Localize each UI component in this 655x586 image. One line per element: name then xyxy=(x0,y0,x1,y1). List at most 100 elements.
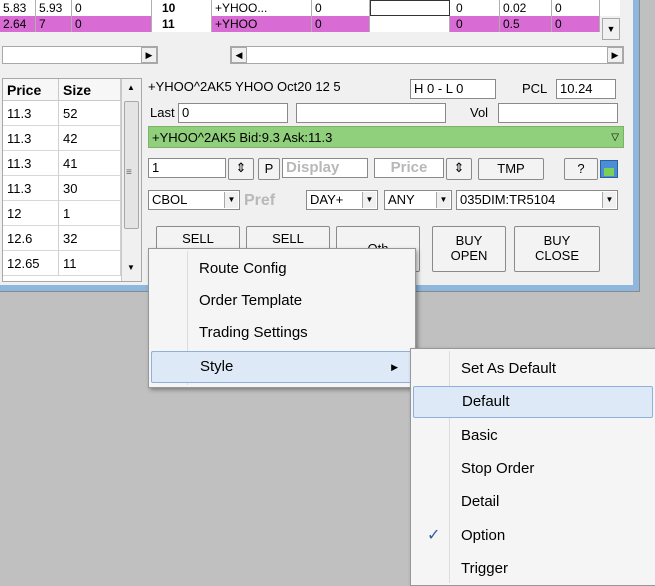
scroll-right-icon[interactable]: ▶ xyxy=(141,47,157,63)
menu-item-route-config[interactable]: Route Config xyxy=(151,253,413,285)
last-extra-field xyxy=(296,103,446,123)
route-value: CBOL xyxy=(152,192,188,207)
quantity-stepper[interactable]: ⇕ xyxy=(228,158,254,180)
pref-label[interactable]: Pref xyxy=(244,192,275,210)
size-cell: 11 xyxy=(59,251,121,276)
chevron-down-icon[interactable]: ▼ xyxy=(224,192,238,208)
cell: 0 xyxy=(450,0,500,16)
size-cell: 1 xyxy=(59,201,121,226)
cell: 0 xyxy=(72,16,152,32)
table-row[interactable]: 12.6 32 xyxy=(3,226,121,251)
submenu-item-stop-order[interactable]: Stop Order xyxy=(413,453,653,485)
right-horizontal-scrollbar[interactable]: ◀ ▶ xyxy=(230,46,624,64)
pcl-field: 10.24 xyxy=(556,79,616,99)
tif-select[interactable]: DAY+ ▼ xyxy=(306,190,378,210)
last-field: 0 xyxy=(178,103,288,123)
submenu-item-basic[interactable]: Basic xyxy=(413,420,653,452)
left-horizontal-scrollbar[interactable]: ▶ xyxy=(2,46,158,64)
dropdown-icon[interactable]: ▽ xyxy=(611,127,619,149)
scroll-up-icon[interactable]: ▲ xyxy=(127,83,135,92)
cell: +YHOO xyxy=(212,16,312,32)
price-cell: 11.3 xyxy=(3,101,59,126)
high-low-field: H 0 - L 0 xyxy=(410,79,496,99)
cell: 5.83 xyxy=(0,0,36,16)
buy-close-button[interactable]: BUY CLOSE xyxy=(514,226,600,272)
lock-icon[interactable] xyxy=(600,160,618,178)
cell: 0 xyxy=(72,0,152,16)
table-row[interactable]: 11.3 30 xyxy=(3,176,121,201)
price-cell: 11.3 xyxy=(3,176,59,201)
cell: 11 xyxy=(152,16,212,32)
table-row[interactable]: 12 1 xyxy=(3,201,121,226)
size-cell: 30 xyxy=(59,176,121,201)
price-stepper[interactable]: ⇕ xyxy=(446,158,472,180)
style-submenu: Set As Default Default Basic Stop Order … xyxy=(410,348,655,586)
submenu-item-set-as-default[interactable]: Set As Default xyxy=(413,353,653,385)
table-row[interactable]: 11.3 41 xyxy=(3,151,121,176)
menu-item-order-template[interactable]: Order Template xyxy=(151,285,413,317)
buy-open-button[interactable]: BUY OPEN xyxy=(432,226,506,272)
vol-label: Vol xyxy=(470,105,489,120)
table-row[interactable]: 11.3 42 xyxy=(3,126,121,151)
last-label: Last xyxy=(150,105,175,120)
account-value: 035DIM:TR5104 xyxy=(460,192,556,207)
scroll-thumb[interactable] xyxy=(124,101,139,229)
scroll-down-button[interactable]: ▼ xyxy=(602,18,620,40)
price-size-table: Price Size 11.3 52 11.3 42 11.3 41 11.3 30 12 1 12… xyxy=(2,78,142,282)
column-header-size[interactable]: Size xyxy=(59,79,121,101)
chevron-down-icon[interactable]: ▼ xyxy=(362,192,376,208)
column-header-price[interactable]: Price xyxy=(3,79,59,101)
submenu-item-default[interactable]: Default xyxy=(413,386,653,418)
quote-text: +YHOO^2AK5 Bid:9.3 Ask:11.3 xyxy=(152,130,333,145)
tif-value: DAY+ xyxy=(310,192,344,207)
submenu-item-option[interactable]: ✓ Option xyxy=(413,520,653,552)
cell: 7 xyxy=(36,16,72,32)
account-select[interactable]: 035DIM:TR5104 ▼ xyxy=(456,190,618,210)
cell xyxy=(370,16,450,32)
cell: 2.64 xyxy=(0,16,36,32)
cell: 0 xyxy=(552,0,600,16)
cell: 0.02 xyxy=(500,0,552,16)
price-input[interactable]: Price xyxy=(374,158,444,178)
symbol-description: +YHOO^2AK5 YHOO Oct20 12 5 xyxy=(148,79,341,94)
price-cell: 12.65 xyxy=(3,251,59,276)
table-row[interactable]: 12.65 11 xyxy=(3,251,121,276)
cell: 0 xyxy=(450,16,500,32)
cell: 0 xyxy=(312,16,370,32)
submenu-item-option-label: Option xyxy=(461,527,506,544)
grip-icon: ≡ xyxy=(126,167,132,178)
cell: 0 xyxy=(552,16,600,32)
menu-item-style[interactable]: Style ▶ xyxy=(151,351,413,383)
route-select[interactable]: CBOL ▼ xyxy=(148,190,240,210)
submenu-item-trigger[interactable]: Trigger xyxy=(413,553,653,585)
size-cell: 32 xyxy=(59,226,121,251)
table-row[interactable]: 11.3 52 xyxy=(3,101,121,126)
tmp-button[interactable]: TMP xyxy=(478,158,544,180)
chevron-down-icon[interactable]: ▼ xyxy=(602,192,616,208)
condition-select[interactable]: ANY ▼ xyxy=(384,190,452,210)
display-input[interactable]: Display xyxy=(282,158,368,178)
cell: 0.5 xyxy=(500,16,552,32)
menu-item-trading-settings[interactable]: Trading Settings xyxy=(151,317,413,349)
submenu-arrow-icon: ▶ xyxy=(391,362,398,372)
cell: +YHOO... xyxy=(212,0,312,16)
vol-field xyxy=(498,103,618,123)
vertical-scrollbar[interactable]: ▲ ≡ ▼ xyxy=(121,79,141,281)
cell: 5.93 xyxy=(36,0,72,16)
quantity-input[interactable]: 1 xyxy=(148,158,226,178)
chevron-down-icon[interactable]: ▼ xyxy=(436,192,450,208)
price-cell: 11.3 xyxy=(3,151,59,176)
scroll-left-icon[interactable]: ◀ xyxy=(231,47,247,63)
price-cell: 11.3 xyxy=(3,126,59,151)
table-row[interactable]: 5.83 5.93 0 10 +YHOO... 0 0 0.02 0 xyxy=(0,0,620,16)
help-button[interactable]: ? xyxy=(564,158,598,180)
p-button[interactable]: P xyxy=(258,158,280,180)
table-row[interactable]: 2.64 7 0 11 +YHOO 0 0 0.5 0 xyxy=(0,16,620,32)
pcl-label: PCL xyxy=(522,81,548,96)
quote-bar: +YHOO^2AK5 Bid:9.3 Ask:11.3 ▽ xyxy=(148,126,624,148)
scroll-down-icon[interactable]: ▼ xyxy=(127,263,135,272)
menu-item-style-label: Style xyxy=(200,358,234,375)
cell: 10 xyxy=(152,0,212,16)
submenu-item-detail[interactable]: Detail xyxy=(413,486,653,518)
scroll-right-icon[interactable]: ▶ xyxy=(607,47,623,63)
